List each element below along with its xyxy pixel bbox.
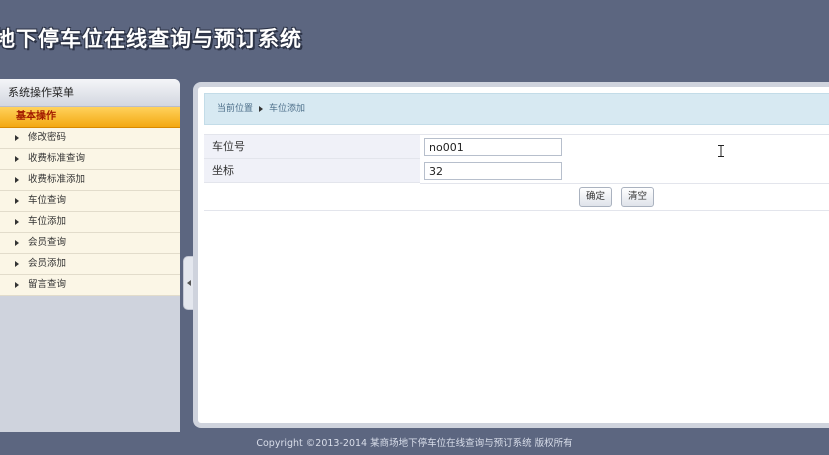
- sidebar-item-label: 会员查询: [28, 237, 67, 248]
- arrow-right-icon: [15, 282, 19, 288]
- arrow-right-icon: [15, 198, 19, 204]
- chevron-left-icon: [187, 280, 191, 286]
- form-value-cell: [420, 135, 829, 160]
- sidebar-item-fee-add[interactable]: 收费标准添加: [0, 170, 180, 191]
- sidebar-item-change-password[interactable]: 修改密码: [0, 128, 180, 149]
- footer-copyright: Copyright ©2013-2014 某商场地下停车位在线查询与预订系统 版…: [256, 438, 573, 449]
- breadcrumb-current: 车位添加: [269, 104, 306, 114]
- sidebar-item-label: 留言查询: [28, 279, 67, 290]
- sidebar-item-member-add[interactable]: 会员添加: [0, 254, 180, 275]
- reset-button[interactable]: 清空: [621, 187, 655, 207]
- text-cursor-icon: [718, 145, 724, 157]
- sidebar-item-space-add[interactable]: 车位添加: [0, 212, 180, 233]
- arrow-right-icon: [15, 240, 19, 246]
- space-form: 车位号 坐标 确定 清空: [204, 134, 829, 214]
- form-button-row: 确定 清空: [204, 184, 829, 211]
- header: 地下停车位在线查询与预订系统: [0, 0, 829, 74]
- submit-button[interactable]: 确定: [579, 187, 613, 207]
- breadcrumb-prefix: 当前位置: [217, 104, 254, 114]
- sidebar-item-space-query[interactable]: 车位查询: [0, 191, 180, 212]
- sidebar-item-member-query[interactable]: 会员查询: [0, 233, 180, 254]
- breadcrumb: 当前位置 车位添加: [204, 93, 829, 125]
- coordinate-input[interactable]: [424, 162, 562, 180]
- sidebar-title: 系统操作菜单: [0, 79, 180, 107]
- arrow-right-icon: [15, 219, 19, 225]
- sidebar-item-label: 收费标准添加: [28, 174, 86, 185]
- arrow-right-icon: [15, 135, 19, 141]
- sidebar-group-basic[interactable]: 基本操作: [0, 107, 180, 128]
- form-row-space-number: 车位号: [204, 134, 829, 160]
- sidebar-item-label: 车位查询: [28, 195, 67, 206]
- arrow-right-icon: [15, 261, 19, 267]
- sidebar-item-message-query[interactable]: 留言查询: [0, 275, 180, 296]
- sidebar-item-fee-query[interactable]: 收费标准查询: [0, 149, 180, 170]
- space-number-label: 车位号: [204, 135, 420, 159]
- arrow-right-icon: [15, 177, 19, 183]
- sidebar-item-label: 收费标准查询: [28, 153, 86, 164]
- arrow-right-icon: [15, 156, 19, 162]
- main-content: 当前位置 车位添加 车位号 坐标 确定 清空: [193, 82, 829, 428]
- arrow-right-icon: [259, 105, 264, 112]
- form-row-coordinate: 坐标: [204, 159, 829, 184]
- space-number-input[interactable]: [424, 138, 562, 156]
- sidebar-item-label: 会员添加: [28, 258, 67, 269]
- coordinate-label: 坐标: [204, 159, 420, 183]
- sidebar-item-label: 车位添加: [28, 216, 67, 227]
- sidebar: 系统操作菜单 基本操作 修改密码 收费标准查询 收费标准添加 车位查询 车位添加…: [0, 79, 180, 432]
- sidebar-item-label: 修改密码: [28, 132, 67, 143]
- form-value-cell: [420, 159, 829, 184]
- app-title: 地下停车位在线查询与预订系统: [0, 27, 302, 51]
